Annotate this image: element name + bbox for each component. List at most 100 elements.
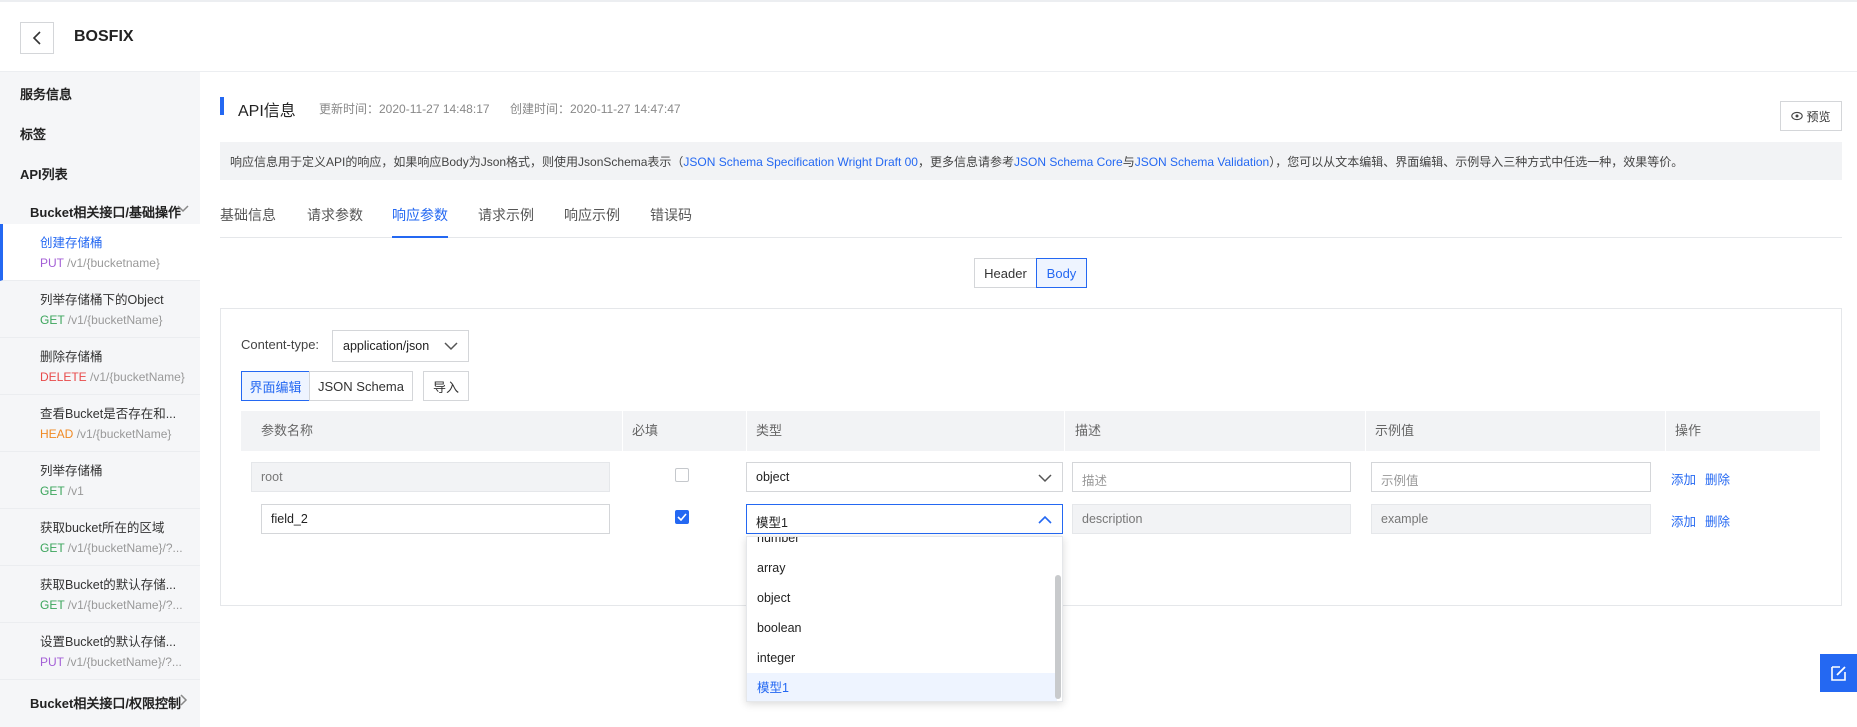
description-input[interactable]: description (1072, 504, 1351, 534)
required-checkbox[interactable] (675, 510, 689, 524)
chevron-up-icon (1038, 515, 1052, 524)
dropdown-option-selected[interactable]: 模型1 (747, 673, 1057, 701)
api-path-text: /v1 (67, 484, 84, 498)
tab-response-params[interactable]: 响应参数 (392, 205, 448, 238)
edit-icon (1830, 666, 1846, 681)
body-toggle[interactable]: Body (1036, 258, 1087, 288)
content-type-select[interactable]: application/json (332, 330, 469, 362)
eye-icon (1791, 111, 1804, 121)
delete-link[interactable]: 删除 (1705, 511, 1730, 530)
api-method: HEAD (40, 427, 74, 441)
description-input[interactable]: 描述 (1072, 462, 1351, 492)
api-name: 删除存储桶 (40, 350, 103, 364)
column-header-actions: 操作 (1675, 423, 1702, 438)
example-input[interactable]: example (1371, 504, 1651, 534)
api-name: 列举存储桶 (40, 464, 103, 478)
sidebar-group-basic[interactable]: Bucket相关接口/基础操作 (30, 202, 200, 221)
sidebar-item-service-info[interactable]: 服务信息 (20, 84, 72, 103)
page-title: API信息 (238, 103, 296, 120)
tab-error-codes[interactable]: 错误码 (650, 205, 692, 238)
dropdown-option[interactable]: object (747, 583, 1057, 613)
api-method: PUT (40, 655, 64, 669)
api-path-text: /v1/{bucketName}/?... (67, 655, 182, 669)
api-item[interactable]: 创建存储桶 PUT /v1/{bucketname} (0, 224, 200, 281)
sidebar-group-permission[interactable]: Bucket相关接口/权限控制 (30, 693, 200, 712)
tab-bar: 基础信息 请求参数 响应参数 请求示例 响应示例 错误码 (220, 200, 1842, 238)
api-item[interactable]: 删除存储桶 DELETE /v1/{bucketName} (0, 338, 200, 395)
api-method: GET (40, 484, 65, 498)
sidebar-item-api-list[interactable]: API列表 (20, 164, 68, 183)
example-input[interactable]: 示例值 (1371, 462, 1651, 492)
notice-link-spec[interactable]: JSON Schema Specification Wright Draft 0… (683, 155, 918, 169)
section-accent-bar (220, 97, 224, 115)
api-path: GET /v1/{bucketName}/?... (40, 598, 195, 612)
preview-button[interactable]: 预览 (1780, 101, 1842, 131)
created-time: 创建时间：2020-11-27 14:47:47 (510, 102, 681, 116)
type-select-value: 模型1 (756, 516, 788, 530)
api-method: PUT (40, 256, 64, 270)
api-path-text: /v1/{bucketname} (67, 256, 160, 270)
column-header-example: 示例值 (1375, 423, 1415, 438)
header-toggle[interactable]: Header (974, 258, 1037, 288)
edit-fab-button[interactable] (1820, 654, 1857, 692)
dropdown-scrollbar[interactable] (1055, 575, 1061, 699)
api-path-text: /v1/{bucketName}/?... (67, 598, 183, 612)
api-path-text: /v1/{bucketName} (76, 427, 172, 441)
tab-basic-info[interactable]: 基础信息 (220, 205, 276, 238)
type-select[interactable]: 模型1 (746, 504, 1063, 534)
import-button[interactable]: 导入 (423, 371, 469, 401)
type-select-value: object (756, 470, 790, 484)
delete-link[interactable]: 删除 (1705, 469, 1730, 488)
notice-text: ），您可以从文本编辑、界面编辑、示例导入三种方式中任选一种，效果等价。 (1269, 155, 1684, 169)
ui-edit-button[interactable]: 界面编辑 (241, 371, 310, 401)
dropdown-option[interactable]: number (747, 537, 1057, 553)
tab-response-example[interactable]: 响应示例 (564, 205, 620, 238)
api-method: GET (40, 598, 65, 612)
type-dropdown: number array object boolean integer 模型1 (746, 536, 1063, 702)
type-select[interactable]: object (746, 462, 1063, 492)
sidebar-group-label: Bucket相关接口/基础操作 (30, 205, 181, 220)
dropdown-option[interactable]: array (747, 553, 1057, 583)
api-item[interactable]: 查看Bucket是否存在和... HEAD /v1/{bucketName} (0, 395, 200, 452)
notice-text: ，更多信息请参考 (917, 155, 1014, 169)
updated-time: 更新时间：2020-11-27 14:48:17 (319, 102, 490, 116)
back-button[interactable] (20, 22, 54, 54)
api-item[interactable]: 列举存储桶 GET /v1 (0, 452, 200, 509)
column-header-name: 参数名称 (261, 423, 314, 438)
json-schema-button[interactable]: JSON Schema (309, 371, 413, 401)
required-checkbox[interactable] (675, 468, 689, 482)
notice-link-core[interactable]: JSON Schema Core (1014, 155, 1123, 169)
api-path: DELETE /v1/{bucketName} (40, 370, 195, 384)
content-type-value: application/json (343, 339, 430, 353)
preview-label: 预览 (1806, 109, 1831, 124)
api-method: GET (40, 313, 65, 327)
api-path: PUT /v1/{bucketname} (40, 256, 195, 270)
notice-text: 响应信息用于定义API的响应，如果响应Body为Json格式，则使用JsonSc… (230, 155, 684, 169)
api-item[interactable]: 设置Bucket的默认存储... PUT /v1/{bucketName}/?.… (0, 623, 200, 680)
notice-link-validation[interactable]: JSON Schema Validation (1135, 155, 1270, 169)
dropdown-option[interactable]: boolean (747, 613, 1057, 643)
api-path-text: /v1/{bucketName} (90, 370, 185, 384)
api-path-text: /v1/{bucketName}/?... (67, 541, 183, 555)
chevron-down-icon (444, 342, 458, 351)
tab-request-example[interactable]: 请求示例 (478, 205, 534, 238)
api-path: GET /v1/{bucketName}/?... (40, 541, 195, 555)
tab-request-params[interactable]: 请求参数 (307, 205, 363, 238)
chevron-down-icon (177, 205, 189, 213)
api-item[interactable]: 获取bucket所在的区域 GET /v1/{bucketName}/?... (0, 509, 200, 566)
sidebar-item-tags[interactable]: 标签 (20, 124, 46, 143)
param-name-input[interactable]: field_2 (261, 504, 610, 534)
api-item[interactable]: 获取Bucket的默认存储... GET /v1/{bucketName}/?.… (0, 566, 200, 623)
check-icon (677, 513, 687, 521)
app-title: BOSFIX (74, 28, 134, 45)
param-name-input[interactable]: root (251, 462, 610, 492)
column-header-desc: 描述 (1075, 423, 1102, 438)
api-name: 获取Bucket的默认存储... (40, 578, 177, 592)
dropdown-option[interactable]: integer (747, 643, 1057, 673)
api-method: DELETE (40, 370, 87, 384)
api-path: GET /v1/{bucketName} (40, 313, 195, 327)
add-link[interactable]: 添加 (1671, 469, 1696, 488)
add-link[interactable]: 添加 (1671, 511, 1696, 530)
api-item[interactable]: 列举存储桶下的Object GET /v1/{bucketName} (0, 281, 200, 338)
api-name: 创建存储桶 (40, 236, 103, 250)
